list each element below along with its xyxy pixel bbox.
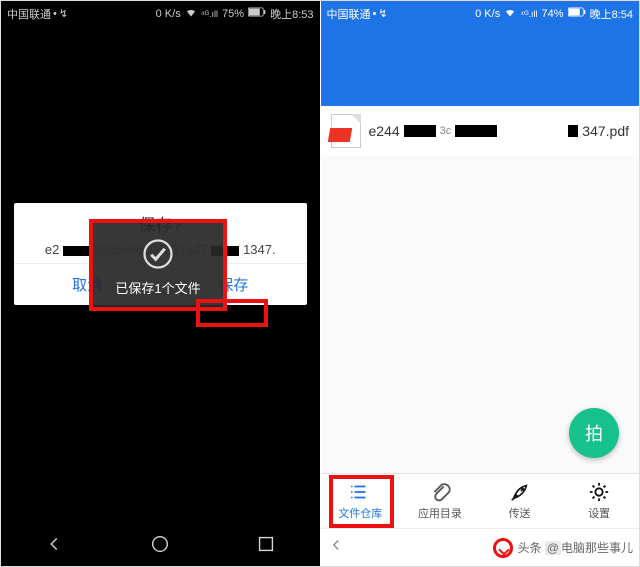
time-label: 晚上8:53 [270, 6, 313, 22]
redacted-block [404, 125, 436, 137]
file-name: e244 3c 347.pdf [369, 123, 630, 139]
toast-text: 已保存1个文件 [115, 278, 200, 297]
watermark: 头条 @电脑那些事儿 [493, 538, 633, 558]
battery-label: 75% [222, 8, 244, 20]
signal-icon: ⁴ᴳ.ıll [201, 9, 218, 19]
system-nav-bar [1, 526, 320, 566]
list-icon [349, 481, 371, 503]
tab-settings[interactable]: 设置 [559, 474, 639, 528]
signal-icon: ⁴ᴳ.ıll [520, 9, 537, 19]
redacted-block [568, 125, 578, 137]
carrier-label: 中国联通 [327, 6, 371, 22]
battery-icon [248, 7, 266, 20]
rocket-icon [509, 481, 531, 503]
redacted-block [63, 246, 91, 256]
tab-apps[interactable]: 应用目录 [400, 474, 480, 528]
wifi-icon [185, 6, 197, 21]
hd-icon: • [373, 8, 377, 20]
back-icon[interactable] [327, 536, 345, 559]
toutiao-icon [493, 538, 513, 558]
tab-library[interactable]: 文件仓库 [321, 474, 401, 528]
home-icon[interactable] [149, 533, 171, 560]
system-nav-bar: 头条 @电脑那些事儿 [321, 528, 640, 566]
gear-icon [588, 481, 610, 503]
net-speed: 0 K/s [475, 8, 500, 20]
check-circle-icon [140, 236, 176, 272]
left-screen: 中国联通 • ↯ 0 K/s ⁴ᴳ.ıll 75% 晚上8:53 保存? e2 [1, 1, 320, 566]
battery-icon [568, 7, 586, 20]
back-icon[interactable] [43, 533, 65, 560]
net-speed: 0 K/s [156, 8, 181, 20]
nfc-icon: ↯ [59, 7, 68, 20]
clip-icon [429, 481, 451, 503]
recent-icon[interactable] [255, 533, 277, 560]
camera-fab[interactable]: 拍 [569, 408, 619, 458]
toast: 已保存1个文件 [93, 223, 223, 309]
right-screen: 中国联通 • ↯ 0 K/s ⁴ᴳ.ıll 74% 晚上8:54 [320, 1, 640, 566]
app-header [321, 26, 640, 106]
nfc-icon: ↯ [378, 7, 387, 20]
status-bar: 中国联通 • ↯ 0 K/s ⁴ᴳ.ıll 75% 晚上8:53 [1, 1, 320, 26]
file-row[interactable]: e244 3c 347.pdf [321, 106, 640, 156]
tab-transfer[interactable]: 传送 [480, 474, 560, 528]
bottom-tabs: 文件仓库 应用目录 传送 设置 [321, 473, 640, 528]
wifi-icon [504, 6, 516, 21]
battery-label: 74% [542, 8, 564, 20]
redacted-block [455, 125, 497, 137]
pdf-icon [331, 114, 361, 148]
time-label: 晚上8:54 [590, 6, 633, 22]
status-bar: 中国联通 • ↯ 0 K/s ⁴ᴳ.ıll 74% 晚上8:54 [321, 1, 640, 26]
carrier-label: 中国联通 [7, 6, 51, 22]
hd-icon: • [53, 8, 57, 20]
